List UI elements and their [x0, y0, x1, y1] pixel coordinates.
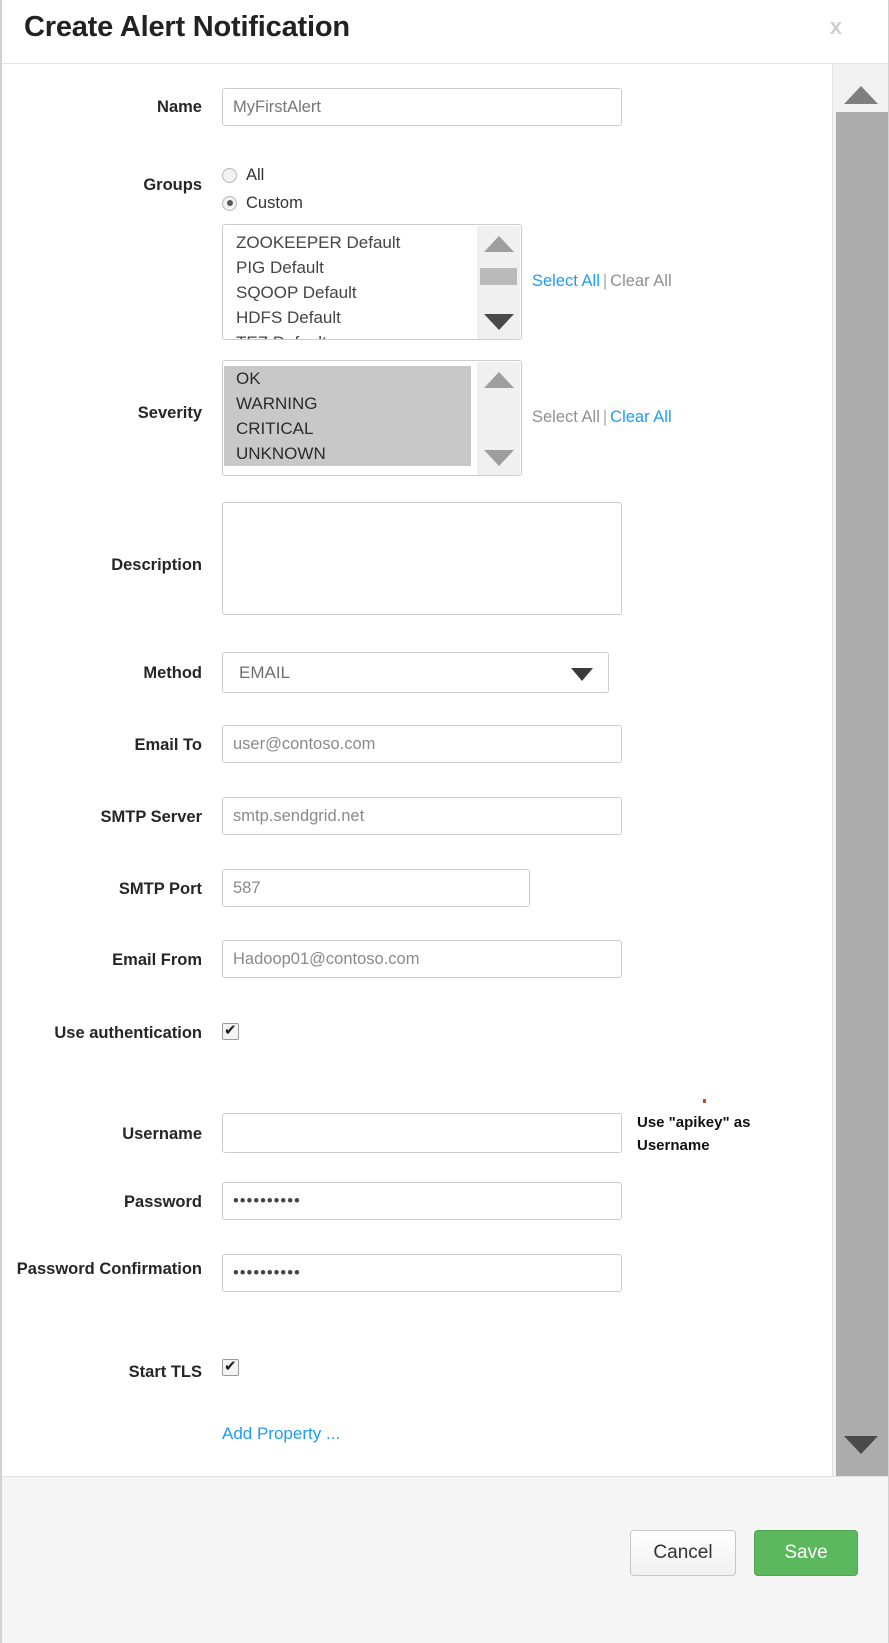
method-select[interactable]: EMAIL — [222, 652, 609, 693]
method-label: Method — [2, 662, 202, 684]
list-item[interactable]: ZOOKEEPER Default — [224, 230, 477, 255]
scroll-up-icon[interactable] — [484, 372, 514, 388]
dialog-footer: Cancel Save — [2, 1476, 888, 1643]
hint-marker-dot — [703, 1099, 706, 1103]
severity-label: Severity — [2, 402, 202, 424]
use-authentication-checkbox[interactable] — [222, 1023, 239, 1040]
page-title: Create Alert Notification — [24, 11, 350, 44]
scroll-down-icon[interactable] — [484, 314, 514, 330]
severity-clear-all-link[interactable]: Clear All — [610, 408, 671, 426]
list-item[interactable]: PIG Default — [224, 255, 477, 280]
email-to-label: Email To — [2, 734, 202, 756]
list-item[interactable]: TEZ Default — [224, 330, 477, 340]
password-confirmation-input[interactable] — [222, 1254, 622, 1292]
groups-select-links: Select All|Clear All — [532, 272, 672, 291]
save-button[interactable]: Save — [754, 1530, 858, 1576]
smtp-server-label: SMTP Server — [2, 806, 202, 828]
username-input[interactable] — [222, 1113, 622, 1153]
radio-custom-indicator — [222, 196, 237, 211]
groups-select-all-link[interactable]: Select All — [532, 272, 600, 290]
groups-radio-all[interactable]: All — [222, 162, 522, 188]
email-from-input[interactable] — [222, 940, 622, 978]
dialog-header: Create Alert Notification x — [2, 0, 888, 64]
create-alert-notification-dialog: Create Alert Notification x Name Groups … — [0, 0, 889, 1643]
list-item[interactable]: UNKNOWN — [224, 441, 471, 466]
scroll-up-icon[interactable] — [484, 236, 514, 252]
scrollbar-thumb[interactable] — [836, 112, 888, 1478]
smtp-port-label: SMTP Port — [2, 878, 202, 900]
list-item[interactable]: WARNING — [224, 391, 471, 416]
severity-select-all-link[interactable]: Select All — [532, 408, 600, 426]
scroll-up-icon[interactable] — [844, 86, 878, 104]
password-input[interactable] — [222, 1182, 622, 1220]
severity-listbox[interactable]: OK WARNING CRITICAL UNKNOWN — [222, 360, 522, 476]
username-hint-text: Use "apikey" as Username — [637, 1114, 750, 1154]
severity-listbox-scrollbar[interactable] — [477, 362, 520, 476]
password-confirmation-label: Password Confirmation — [2, 1254, 202, 1285]
method-select-value[interactable]: EMAIL — [222, 652, 609, 693]
smtp-server-input[interactable] — [222, 797, 622, 835]
close-icon[interactable]: x — [830, 16, 842, 38]
list-item[interactable]: CRITICAL — [224, 416, 471, 441]
add-property-link[interactable]: Add Property ... — [222, 1424, 340, 1443]
list-item[interactable]: HDFS Default — [224, 305, 477, 330]
name-label: Name — [2, 96, 202, 118]
dialog-body: Name Groups All Custom — [2, 64, 814, 1476]
start-tls-checkbox[interactable] — [222, 1359, 239, 1376]
groups-listbox[interactable]: ZOOKEEPER Default PIG Default SQOOP Defa… — [222, 224, 522, 340]
email-from-label: Email From — [2, 949, 202, 971]
username-hint: Use "apikey" as Username — [637, 1111, 814, 1157]
cancel-button[interactable]: Cancel — [630, 1530, 736, 1576]
radio-all-indicator — [222, 168, 237, 183]
groups-label: Groups — [2, 174, 202, 196]
name-input[interactable] — [222, 88, 622, 126]
radio-all-label: All — [246, 166, 264, 185]
use-authentication-label: Use authentication — [2, 1018, 202, 1049]
scroll-down-icon[interactable] — [484, 450, 514, 466]
severity-select-links: Select All|Clear All — [532, 408, 672, 427]
radio-custom-label: Custom — [246, 194, 303, 213]
password-label: Password — [2, 1191, 202, 1213]
username-label: Username — [2, 1123, 202, 1145]
link-separator: | — [600, 408, 610, 426]
list-item[interactable]: OK — [224, 366, 471, 391]
description-textarea[interactable] — [222, 502, 622, 615]
scrollbar-thumb[interactable] — [480, 268, 517, 285]
scroll-down-icon[interactable] — [844, 1436, 878, 1454]
smtp-port-input[interactable] — [222, 869, 530, 907]
groups-radio-custom[interactable]: Custom — [222, 190, 522, 216]
dialog-scrollbar[interactable] — [832, 64, 888, 1476]
email-to-input[interactable] — [222, 725, 622, 763]
start-tls-label: Start TLS — [2, 1361, 202, 1383]
link-separator: | — [600, 272, 610, 290]
groups-listbox-scrollbar[interactable] — [477, 226, 520, 340]
description-label: Description — [2, 554, 202, 576]
groups-clear-all-link[interactable]: Clear All — [610, 272, 671, 290]
list-item[interactable]: SQOOP Default — [224, 280, 477, 305]
